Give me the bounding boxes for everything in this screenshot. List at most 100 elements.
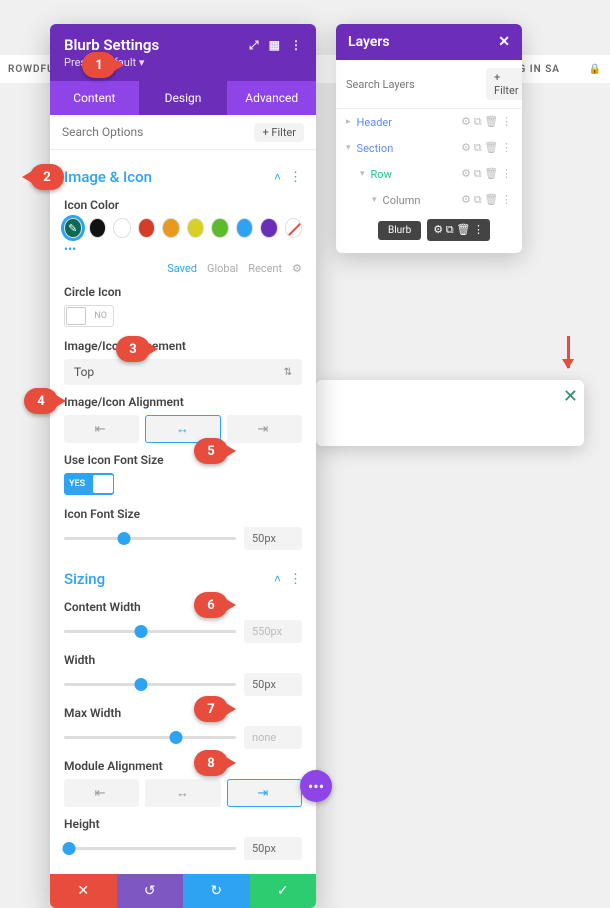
chevron-down-icon: ▾ xyxy=(360,169,365,179)
undo-button[interactable]: ↺ xyxy=(117,874,184,908)
content-width-label: Content Width xyxy=(64,600,302,614)
slider-track[interactable] xyxy=(64,630,236,633)
toggle-text: NO xyxy=(94,311,107,321)
icon-font-size-slider: 50px xyxy=(64,527,302,550)
circle-icon-toggle[interactable]: NO xyxy=(64,305,114,327)
kebab-icon[interactable]: ⋮ xyxy=(289,170,302,185)
callout-3: 3 xyxy=(116,336,150,362)
layers-filter-button[interactable]: + Filter xyxy=(486,68,522,100)
align-center-icon xyxy=(176,785,190,801)
width-value[interactable]: 50px xyxy=(244,673,302,696)
slider-thumb[interactable] xyxy=(118,532,131,545)
gear-icon[interactable]: ⚙ xyxy=(292,262,302,275)
settings-tabs: Content Design Advanced xyxy=(50,81,316,115)
icon-font-size-label: Icon Font Size xyxy=(64,507,302,521)
layer-action-icons[interactable]: ⚙ ⧉ 🗑 ⋮ xyxy=(461,141,512,155)
color-swatch[interactable] xyxy=(260,218,278,238)
slider-track[interactable] xyxy=(64,537,236,540)
color-swatches xyxy=(64,218,302,238)
color-swatch[interactable] xyxy=(113,218,131,238)
height-value[interactable]: 50px xyxy=(244,837,302,860)
callout-8: 8 xyxy=(194,750,228,776)
slider-track[interactable] xyxy=(64,736,236,739)
kebab-icon[interactable]: ⋮ xyxy=(289,572,302,587)
layer-action-icons[interactable]: ⚙ ⧉ 🗑 ⋮ xyxy=(427,219,490,241)
slider-thumb[interactable] xyxy=(135,678,148,691)
tab-content[interactable]: Content xyxy=(50,81,139,115)
callout-2: 2 xyxy=(30,164,64,190)
layer-row-column[interactable]: ▾ Column ⚙ ⧉ 🗑 ⋮ xyxy=(336,187,522,213)
slider-thumb[interactable] xyxy=(135,625,148,638)
color-swatch[interactable] xyxy=(162,218,180,238)
color-swatch[interactable] xyxy=(211,218,229,238)
layer-label: Header xyxy=(357,116,392,129)
color-swatch[interactable] xyxy=(138,218,156,238)
layer-row-section[interactable]: ▾ Section ⚙ ⧉ 🗑 ⋮ xyxy=(336,135,522,161)
settings-search-input[interactable] xyxy=(62,115,254,149)
global-link[interactable]: Global xyxy=(207,262,238,275)
color-swatch[interactable] xyxy=(236,218,254,238)
redo-button[interactable]: ↻ xyxy=(183,874,250,908)
color-swatch[interactable] xyxy=(89,218,107,238)
section-image-icon[interactable]: Image & Icon ˄ ⋮ xyxy=(64,168,302,186)
max-width-slider: none xyxy=(64,726,302,749)
align-right-button[interactable] xyxy=(227,779,302,807)
bg-left-text: ROWDFU xyxy=(8,64,55,75)
use-font-size-label: Use Icon Font Size xyxy=(64,453,302,467)
layer-action-icons[interactable]: ⚙ ⧉ 🗑 ⋮ xyxy=(461,115,512,129)
tab-advanced[interactable]: Advanced xyxy=(227,81,316,115)
callout-5: 5 xyxy=(194,438,228,464)
layer-row-row[interactable]: ▾ Row ⚙ ⧉ 🗑 ⋮ xyxy=(336,161,522,187)
align-left-button[interactable] xyxy=(64,415,139,443)
tab-design[interactable]: Design xyxy=(139,81,228,115)
blurb-tag: Blurb xyxy=(378,221,421,240)
layer-label: Column xyxy=(383,194,421,207)
section-sizing[interactable]: Sizing ˄ ⋮ xyxy=(64,570,302,588)
content-width-value[interactable]: 550px xyxy=(244,620,302,643)
callout-1: 1 xyxy=(82,52,116,78)
align-center-icon xyxy=(176,421,190,437)
settings-title-text: Blurb Settings xyxy=(64,36,159,54)
expand-icon[interactable]: ⤢ xyxy=(249,38,259,53)
slider-track[interactable] xyxy=(64,847,236,850)
fab-more-button[interactable]: ••• xyxy=(300,770,332,802)
close-icon[interactable]: ✕ xyxy=(563,386,578,407)
icon-font-size-value[interactable]: 50px xyxy=(244,527,302,550)
color-swatch[interactable] xyxy=(64,218,82,238)
swatch-sublinks: Saved Global Recent ⚙ xyxy=(64,262,302,275)
align-right-button[interactable] xyxy=(227,415,302,443)
recent-link[interactable]: Recent xyxy=(248,262,282,275)
layer-action-icons[interactable]: ⚙ ⧉ 🗑 ⋮ xyxy=(461,167,512,181)
save-button[interactable]: ✓ xyxy=(250,874,317,908)
align-right-icon xyxy=(257,786,271,801)
settings-search-row: + Filter xyxy=(50,115,316,150)
close-icon[interactable]: ✕ xyxy=(498,34,510,50)
align-left-button[interactable] xyxy=(64,779,139,807)
align-center-button[interactable] xyxy=(145,779,220,807)
color-swatch-none[interactable] xyxy=(285,218,303,238)
layers-search-row: + Filter xyxy=(336,60,522,109)
layer-row-blurb[interactable]: Blurb ⚙ ⧉ 🗑 ⋮ xyxy=(378,219,522,241)
layers-search-input[interactable] xyxy=(346,78,486,91)
grid-icon[interactable]: ▦ xyxy=(269,38,280,53)
arrow-annotation xyxy=(567,336,570,368)
slider-thumb[interactable] xyxy=(169,731,182,744)
module-alignment-group xyxy=(64,779,302,807)
placement-label: Image/Icon Placement xyxy=(64,339,302,353)
slider-thumb[interactable] xyxy=(63,842,76,855)
lock-icon: 🔒 xyxy=(589,64,602,75)
placement-select[interactable]: Top ⇅ xyxy=(64,359,302,385)
kebab-icon[interactable]: ⋮ xyxy=(290,38,302,53)
layer-action-icons[interactable]: ⚙ ⧉ 🗑 ⋮ xyxy=(461,193,512,207)
cancel-button[interactable]: ✕ xyxy=(50,874,117,908)
align-right-icon xyxy=(257,422,271,437)
color-swatch[interactable] xyxy=(187,218,205,238)
saved-link[interactable]: Saved xyxy=(167,262,197,275)
max-width-value[interactable]: none xyxy=(244,726,302,749)
slider-track[interactable] xyxy=(64,683,236,686)
more-swatches-icon[interactable]: ••• xyxy=(64,242,302,256)
layer-label: Row xyxy=(371,168,392,181)
layer-row-header[interactable]: ▸ Header ⚙ ⧉ 🗑 ⋮ xyxy=(336,109,522,135)
use-icon-font-size-toggle[interactable]: YES xyxy=(64,473,114,495)
settings-filter-button[interactable]: + Filter xyxy=(254,123,304,142)
